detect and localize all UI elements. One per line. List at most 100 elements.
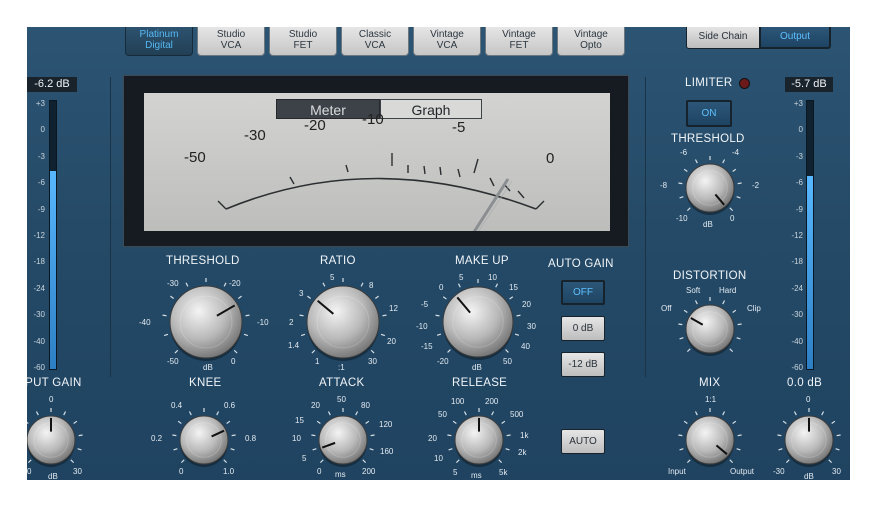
- tab-line2: VCA: [220, 40, 242, 51]
- ratio-label: RATIO: [320, 255, 356, 267]
- unit-label: dB: [472, 363, 482, 372]
- tick-label: 0: [730, 214, 735, 223]
- tick-label: -6: [680, 148, 688, 157]
- tick-label: 120: [379, 420, 393, 429]
- tick-label: 5: [453, 468, 458, 477]
- input-level-fill: [50, 170, 56, 369]
- compressor-panel: Platinum Digital Studio VCA Studio FET Clas…: [27, 27, 850, 480]
- meter-scale-tick: 0: [798, 125, 803, 135]
- meter-scale-tick: -40: [791, 336, 803, 346]
- unit-label: dB: [48, 472, 58, 480]
- tick-label: 0: [806, 395, 811, 404]
- tick-label: 0: [49, 395, 54, 404]
- model-tab-studio-fet[interactable]: Studio FET: [269, 27, 337, 56]
- meter-scale-tick: -60: [33, 363, 45, 372]
- tick-label: 0: [231, 357, 236, 366]
- meter-scale-tick: -9: [37, 204, 45, 214]
- auto-gain-minus12db-button[interactable]: -12 dB: [561, 352, 605, 377]
- tick-label: 20: [311, 401, 320, 410]
- model-tab-platinum-digital[interactable]: Platinum Digital: [125, 27, 193, 56]
- meter-needle: [472, 178, 510, 231]
- distortion-label: DISTORTION: [673, 270, 747, 282]
- meter-scale-tick: -18: [33, 257, 45, 267]
- tick-label: 1.0: [223, 467, 235, 476]
- tick-label: 500: [510, 410, 524, 419]
- model-tab-studio-vca[interactable]: Studio VCA: [197, 27, 265, 56]
- tab-line1: Platinum: [139, 29, 179, 40]
- meter-face: Meter Graph -50 -30 -20 -10 -5 0: [144, 93, 610, 231]
- tick-label: 0.2: [151, 434, 163, 443]
- divider: [110, 77, 111, 377]
- limiter-on-button[interactable]: ON: [686, 100, 732, 127]
- tick-label: -2: [752, 181, 760, 190]
- tick-label: 100: [451, 397, 465, 406]
- model-tab-vintage-vca[interactable]: Vintage VCA: [413, 27, 481, 56]
- auto-gain-off-button[interactable]: OFF: [561, 280, 605, 305]
- mix-input-label: Input: [668, 467, 686, 476]
- release-auto-button[interactable]: AUTO: [561, 429, 605, 454]
- tick-label: 0.4: [171, 401, 183, 410]
- tick-label: -5: [421, 300, 429, 309]
- tick-label: -50: [167, 357, 179, 366]
- tick-label: 40: [521, 342, 530, 351]
- meter-scale-tick: -3: [37, 151, 45, 161]
- meter-scale-tick: -60: [791, 363, 803, 372]
- tick-label: 0.8: [245, 434, 257, 443]
- distortion-off-label: Off: [661, 304, 672, 313]
- tick-label: 3: [299, 289, 304, 298]
- tick-label: 20: [522, 300, 531, 309]
- meter-scale-tick: -30: [791, 310, 803, 320]
- tick-label: -40: [139, 318, 151, 327]
- input-level-meter: [49, 100, 57, 370]
- release-label: RELEASE: [452, 377, 508, 389]
- tick-label: 1k: [520, 431, 529, 440]
- limiter-label: LIMITER: [685, 77, 733, 89]
- meter-scale-tick: -9: [795, 204, 803, 214]
- unit-label: dB: [804, 472, 814, 480]
- meter-scale-label: -30: [244, 127, 266, 144]
- tick-label: -20: [229, 279, 241, 288]
- model-tab-vintage-opto[interactable]: Vintage Opto: [557, 27, 625, 56]
- tick-label: 10: [292, 434, 301, 443]
- model-tab-vintage-fet[interactable]: Vintage FET: [485, 27, 553, 56]
- distortion-knob[interactable]: [672, 291, 748, 367]
- tick-label: -4: [732, 148, 740, 157]
- meter-scale-tick: -6: [795, 178, 803, 188]
- tick-label: 30: [832, 467, 841, 476]
- tick-label: 1: [315, 357, 320, 366]
- tick-label: 12: [389, 304, 398, 313]
- tab-line1: Studio: [216, 29, 246, 40]
- tab-line2: VCA: [436, 40, 458, 51]
- tick-label: 20: [428, 434, 437, 443]
- model-tab-classic-vca[interactable]: Classic VCA: [341, 27, 409, 56]
- tab-line2: VCA: [364, 40, 386, 51]
- threshold-label: THRESHOLD: [166, 255, 240, 267]
- tick-label: 2k: [518, 448, 527, 457]
- meter-scale-tick: +3: [793, 99, 803, 108]
- output-button[interactable]: Output: [759, 27, 831, 49]
- tick-label: -8: [660, 181, 668, 190]
- meter-scale-tick: -3: [795, 151, 803, 161]
- meter-scale-label: 0: [546, 150, 555, 167]
- tick-label: 10: [434, 454, 443, 463]
- output-level-meter: [806, 100, 814, 370]
- tick-label: 50: [438, 410, 447, 419]
- tick-label: 160: [380, 447, 394, 456]
- ratio-knob[interactable]: [293, 272, 393, 372]
- attack-label: ATTACK: [319, 377, 365, 389]
- tick-label: 30: [73, 467, 82, 476]
- tick-label: 80: [361, 401, 370, 410]
- tick-label: 15: [509, 283, 518, 292]
- tab-line1: Classic: [358, 29, 392, 40]
- tab-line2: FET: [509, 40, 529, 51]
- meter-scale-tick: -24: [791, 283, 803, 293]
- release-knob[interactable]: [441, 402, 517, 478]
- mix-label: MIX: [699, 377, 721, 389]
- tick-label: 30: [527, 322, 536, 331]
- tick-label: 200: [362, 467, 376, 476]
- tick-label: -15: [421, 342, 433, 351]
- auto-gain-0db-button[interactable]: 0 dB: [561, 316, 605, 341]
- side-chain-button[interactable]: Side Chain: [686, 27, 760, 49]
- tick-label: -10: [257, 318, 269, 327]
- meter-scale-label: -5: [452, 119, 466, 136]
